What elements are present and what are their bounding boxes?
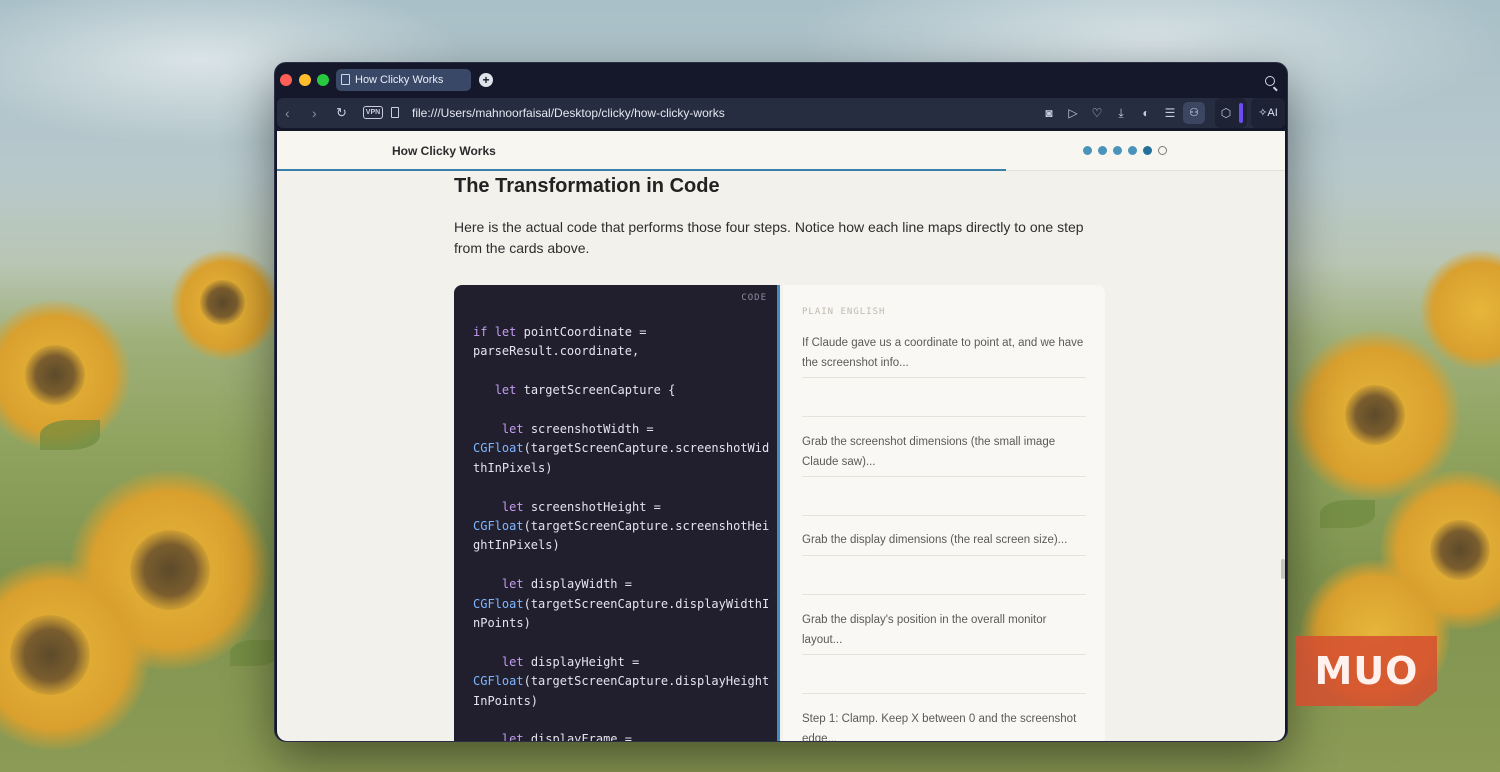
reload-icon[interactable]: ↻ (336, 104, 347, 122)
section-heading: The Transformation in Code (454, 175, 720, 197)
back-icon[interactable]: ‹ (285, 104, 290, 122)
address-bar[interactable]: file:///Users/mahnoorfaisal/Desktop/clic… (412, 105, 732, 121)
ai-label: AI (1267, 107, 1278, 119)
explanation-item: Grab the screenshot dimensions (the smal… (802, 433, 1086, 477)
code-line: let screenshotHeight = (501, 499, 661, 514)
page-viewport: How Clicky Works The Transformation in C… (277, 131, 1285, 741)
download-icon[interactable]: ⤓ (1114, 106, 1128, 120)
progress-dot[interactable] (1098, 146, 1107, 155)
divider (802, 416, 1086, 417)
browser-window: How Clicky Works + ‹ › ↻ VPN file:///Use… (274, 62, 1288, 742)
camera-icon[interactable]: ◙ (1042, 106, 1056, 120)
progress-dot[interactable] (1158, 146, 1167, 155)
code-line: let screenshotWidth = (501, 422, 654, 436)
site-title[interactable]: How Clicky Works (392, 144, 496, 158)
code-panel: CODE if let pointCoordinate = parseResult… (454, 285, 780, 741)
code-line: thInPixels) (473, 460, 553, 475)
plain-english-label: PLAIN ENGLISH (802, 307, 886, 317)
menu-icon[interactable]: ☰ (1163, 106, 1177, 120)
close-window-button[interactable] (280, 74, 292, 86)
new-tab-button[interactable]: + (479, 73, 493, 87)
explanation-item: Grab the display dimensions (the real sc… (802, 531, 1086, 556)
code-line: ghtInPixels) (473, 538, 560, 553)
code-block: if let pointCoordinate = parseResult.coor… (473, 323, 770, 741)
divider (802, 594, 1086, 595)
intro-paragraph: Here is the actual code that performs th… (454, 219, 1084, 256)
code-line: let displayHeight = (501, 654, 640, 669)
profile-icon[interactable]: ⚇ (1183, 102, 1205, 124)
site-header: How Clicky Works (277, 131, 1285, 171)
code-line: parseResult.coordinate, (473, 344, 640, 359)
tab-how-clicky-works[interactable]: How Clicky Works (336, 69, 471, 91)
progress-dot[interactable] (1113, 146, 1122, 155)
reading-progress-bar (277, 169, 1006, 171)
page-info-icon[interactable] (391, 107, 399, 118)
code-line: CGFloat(targetScreenCapture.screenshotHe… (473, 519, 770, 534)
code-line: let displayFrame = (501, 732, 632, 741)
code-line: CGFloat(targetScreenCapture.displayWidth… (473, 596, 770, 611)
progress-dot[interactable] (1128, 146, 1137, 155)
tab-title: How Clicky Works (355, 74, 444, 86)
sidebar-indicator (1239, 103, 1243, 123)
explanation-item: Grab the display's position in the overa… (802, 611, 1086, 655)
navigation-toolbar: ‹ › ↻ VPN file:///Users/mahnoorfaisal/De… (277, 98, 1285, 128)
code-line: CGFloat(targetScreenCapture.screenshotWi… (473, 441, 770, 456)
play-icon[interactable]: ▷ (1066, 106, 1080, 120)
code-line: let targetScreenCapture { (494, 383, 676, 398)
code-line: let displayWidth = (501, 577, 632, 592)
cube-icon: ⬡ (1220, 106, 1232, 120)
plain-english-panel: PLAIN ENGLISH If Claude gave us a coordi… (783, 285, 1105, 741)
zoom-window-button[interactable] (317, 74, 329, 86)
code-line: nPoints) (473, 616, 531, 631)
progress-dot[interactable] (1083, 146, 1092, 155)
title-bar: How Clicky Works + (275, 63, 1287, 97)
divider (802, 693, 1086, 694)
code-label: CODE (741, 293, 767, 303)
heart-icon[interactable]: ♡ (1090, 106, 1104, 120)
muo-watermark: MUO (1296, 636, 1437, 706)
progress-dot[interactable] (1143, 146, 1152, 155)
battery-saver-icon[interactable]: ◐ (1139, 106, 1153, 120)
code-line: CGFloat(targetScreenCapture.displayHeigh… (473, 674, 770, 689)
explanation-item: If Claude gave us a coordinate to point … (802, 334, 1086, 378)
ai-button[interactable]: ✧AI (1251, 98, 1285, 128)
section-progress-dots (1083, 146, 1167, 155)
vpn-icon[interactable]: VPN (363, 106, 383, 119)
scrollbar[interactable] (1281, 559, 1285, 579)
search-tabs-icon[interactable] (1265, 76, 1275, 86)
explanation-item: Step 1: Clamp. Keep X between 0 and the … (802, 713, 1077, 741)
code-line: if let pointCoordinate = (473, 325, 647, 339)
forward-icon[interactable]: › (312, 104, 317, 122)
document-icon (341, 74, 350, 85)
divider (802, 515, 1086, 516)
minimize-window-button[interactable] (299, 74, 311, 86)
code-line: InPoints) (473, 693, 539, 708)
